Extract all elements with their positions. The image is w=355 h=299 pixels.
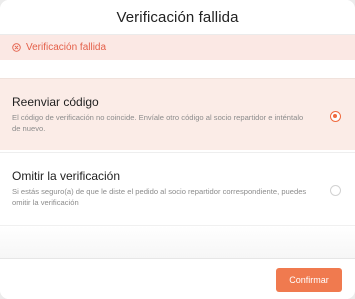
content-filler xyxy=(0,225,355,259)
option-resend-code[interactable]: Reenviar código El código de verificació… xyxy=(0,78,355,150)
option-description: Si estás seguro(a) de que le diste el pe… xyxy=(12,187,307,207)
dialog-header: Verificación fallida xyxy=(0,0,355,35)
dialog-title: Verificación fallida xyxy=(116,8,239,26)
confirm-button[interactable]: Confirmar xyxy=(276,268,342,292)
option-title: Omitir la verificación xyxy=(12,169,121,183)
option-skip-verification[interactable]: Omitir la verificación Si estás seguro(a… xyxy=(0,152,355,224)
radio-button-selected[interactable] xyxy=(330,111,341,122)
option-description: El código de verificación no coincide. E… xyxy=(12,113,304,133)
error-banner: Verificación fallida xyxy=(0,35,355,60)
x-circle-icon xyxy=(12,43,21,52)
option-title: Reenviar código xyxy=(12,95,99,109)
verification-failed-dialog: Verificación fallida Verificación fallid… xyxy=(0,0,355,299)
spacer xyxy=(0,60,355,77)
error-banner-text: Verificación fallida xyxy=(26,42,107,53)
dialog-footer: Confirmar xyxy=(0,258,355,299)
radio-button-unselected[interactable] xyxy=(330,185,341,196)
